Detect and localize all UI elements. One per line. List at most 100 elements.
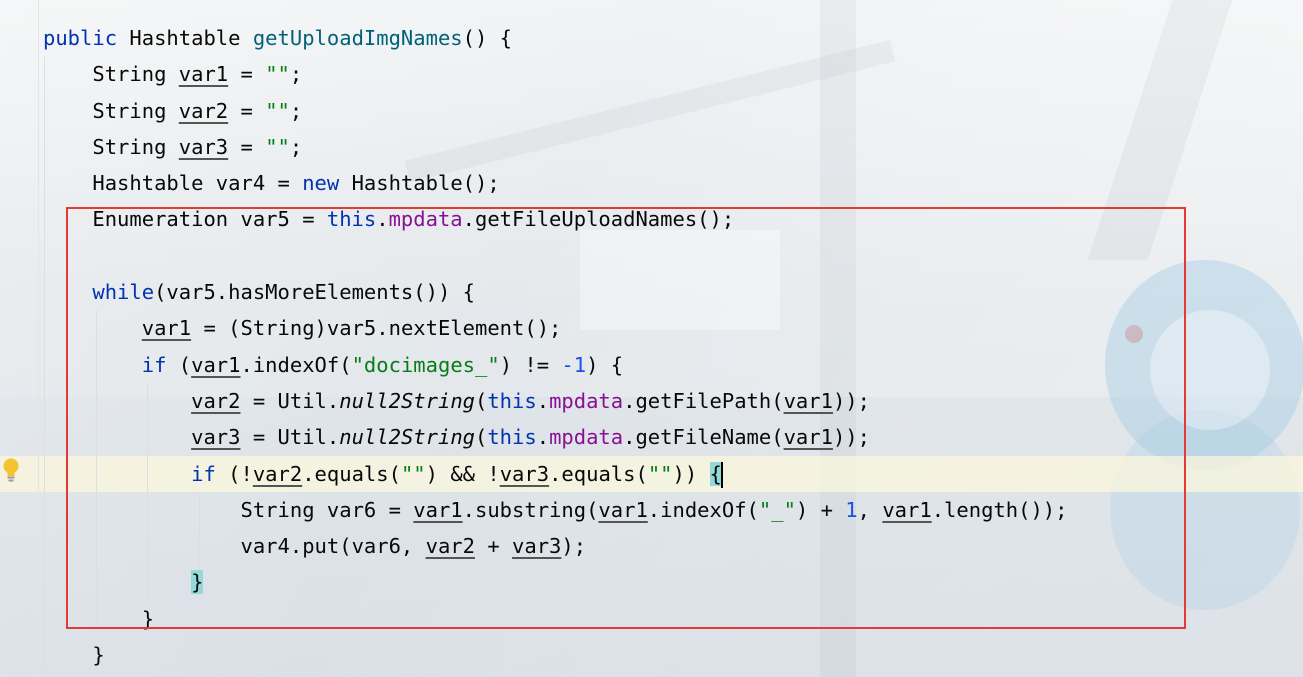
code-token: ; [289,98,303,123]
code-line[interactable]: String var6 = var1.substring(var1.indexO… [43,492,1293,528]
code-token: . [536,388,550,413]
code-token: null2String [339,388,475,413]
code-line[interactable]: public Hashtable getUploadImgNames() { [43,20,1293,56]
code-token: ) != [499,352,562,377]
code-token: Hashtable var4 = [92,171,303,196]
code-token: ( [475,425,488,450]
code-line[interactable]: } [43,637,1293,673]
code-token: + [475,534,513,559]
code-token: . [376,207,389,232]
code-line[interactable]: String var1 = ""; [43,56,1293,92]
code-editor[interactable]: public Hashtable getUploadImgNames() { S… [43,20,1293,673]
code-token: var3 [178,134,229,159]
code-token: "" [265,98,290,123]
code-token: var1 [882,497,932,522]
code-line[interactable]: var3 = Util.null2String(this.mpdata.getF… [43,419,1293,455]
code-token: var3 [499,461,550,486]
code-token: ) { [586,352,624,377]
code-token: "" [265,134,290,159]
code-token: getUploadImgNames [252,26,463,50]
code-token: .length()); [931,497,1068,522]
code-token: var1 [191,352,241,377]
code-token: String [92,98,179,123]
code-line[interactable]: } [43,601,1293,637]
code-token: public [43,26,118,50]
code-line[interactable]: while(var5.hasMoreElements()) { [43,274,1293,310]
code-token: .substring( [462,497,599,522]
code-line[interactable]: var4.put(var6, var2 + var3); [43,528,1293,564]
code-token: var2 [252,461,303,486]
code-token: var2 [178,98,229,123]
code-line[interactable]: if (var1.indexOf("docimages_") != -1) { [43,347,1293,383]
code-token: mpdata [388,207,463,232]
code-token: var3 [191,425,241,450]
code-token: .indexOf( [240,352,352,377]
code-token: var2 [425,534,475,559]
code-line[interactable]: var2 = Util.null2String(this.mpdata.getF… [43,383,1293,419]
code-token: ; [289,134,303,159]
code-token: "docimages_" [351,352,500,377]
code-token: () { [462,26,513,50]
code-token: Hashtable(); [339,171,500,196]
code-token: var1 [783,388,833,413]
code-token: String [92,62,179,87]
code-token: "" [265,62,290,87]
code-token: "_" [758,497,796,522]
code-token: } [141,606,155,631]
code-token: var3 [512,534,562,559]
code-token: var1 [413,497,463,522]
code-token: String [92,134,179,159]
code-token: ; [289,62,303,87]
code-token: = (String)var5.nextElement(); [191,316,562,341]
code-line[interactable]: if (!var2.equals("") && !var3.equals("")… [43,456,1293,492]
code-line[interactable]: } [43,564,1293,600]
code-line[interactable]: String var2 = ""; [43,93,1293,129]
code-line[interactable]: Hashtable var4 = new Hashtable(); [43,165,1293,201]
code-token: )); [832,425,870,450]
code-token: 1 [845,497,858,522]
code-token: ( [475,388,488,413]
code-token: "" [647,461,673,486]
code-token: var4.put(var6, [240,534,426,559]
code-token: var1 [178,62,229,87]
code-token: } [92,643,105,668]
lightbulb-icon[interactable] [2,457,20,483]
code-token: String var6 = [240,497,414,522]
code-token: )); [832,388,870,413]
code-token: mpdata [549,425,624,450]
code-token: } [191,570,204,595]
code-token: ) + [795,497,846,522]
code-token: = [228,62,266,87]
code-token: = [228,134,266,159]
code-token: .getFileName( [623,425,784,450]
code-line[interactable]: String var3 = ""; [43,129,1293,165]
code-line[interactable]: var1 = (String)var5.nextElement(); [43,310,1293,346]
code-token: = [228,98,266,123]
code-token: null2String [339,425,475,450]
code-token: if [191,461,216,486]
code-token: (! [215,461,253,486]
code-token: var2 [191,388,241,413]
code-line[interactable] [43,238,1293,274]
code-token: ); [561,534,587,559]
code-token: mpdata [549,388,624,413]
code-token: (var5.hasMoreElements()) { [154,280,475,305]
code-token: .getFilePath( [623,388,784,413]
code-token: = Util. [240,425,340,450]
code-token: this [326,207,377,232]
gutter-divider [38,0,39,677]
code-token: .indexOf( [647,497,759,522]
code-token: this [487,388,537,413]
code-token: if [141,352,167,377]
code-line[interactable]: Enumeration var5 = this.mpdata.getFileUp… [43,201,1293,237]
